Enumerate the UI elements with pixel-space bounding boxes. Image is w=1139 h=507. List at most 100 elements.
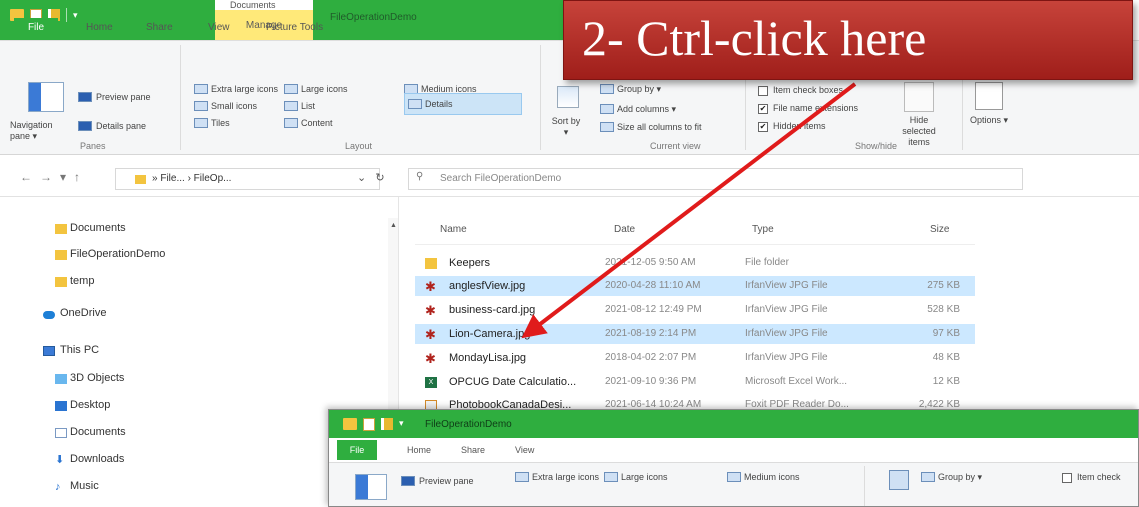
chevron-down-icon[interactable]: ▾ <box>73 10 78 21</box>
item-checkboxes-checkbox[interactable] <box>758 86 768 96</box>
scroll-up-icon[interactable]: ▲ <box>390 222 397 229</box>
preview-pane-button[interactable]: Preview pane <box>96 92 151 102</box>
properties-icon[interactable] <box>363 418 375 431</box>
group-by-button[interactable]: Group by ▾ <box>617 84 661 95</box>
folder-icon[interactable] <box>343 418 357 430</box>
sort-by-button[interactable]: Sort by ▾ <box>551 116 581 138</box>
file-name-extensions-label: File name extensions <box>773 103 859 113</box>
file-type: IrfanView JPG File <box>745 328 828 339</box>
large-icons-option[interactable]: Large icons <box>301 84 348 94</box>
large-icons-icon <box>604 472 618 482</box>
extra-large-icons-option[interactable]: Extra large icons <box>532 472 599 482</box>
sidebar-item-documents-pc[interactable]: Documents <box>70 426 126 438</box>
content-option[interactable]: Content <box>301 118 333 128</box>
sidebar-item-downloads[interactable]: Downloads <box>70 453 124 465</box>
sidebar-item-documents[interactable]: Documents <box>70 222 126 234</box>
details-option[interactable]: Details <box>425 99 453 109</box>
tab-home[interactable]: Home <box>407 445 431 455</box>
preview-pane-button[interactable]: Preview pane <box>419 476 474 486</box>
file-row-mondaylisa[interactable]: ✱ MondayLisa.jpg 2018-04-02 2:07 PM Irfa… <box>415 348 975 368</box>
tab-view[interactable]: View <box>208 18 230 38</box>
sidebar-item-onedrive[interactable]: OneDrive <box>60 307 106 319</box>
tiles-option[interactable]: Tiles <box>211 118 230 128</box>
file-name-extensions-checkbox[interactable]: ✔ <box>758 104 768 114</box>
column-header-name[interactable]: Name <box>440 224 467 235</box>
tab-home[interactable]: Home <box>86 18 113 38</box>
file-row-lion-camera[interactable]: ✱ Lion-Camera.jpg 2021-08-19 2:14 PM Irf… <box>415 324 975 344</box>
forward-icon[interactable]: → <box>40 170 60 184</box>
hidden-items-checkbox[interactable]: ✔ <box>758 122 768 132</box>
panes-group-label: Panes <box>80 141 106 151</box>
address-path[interactable]: » File... › FileOp... <box>152 173 231 184</box>
cube-icon <box>55 374 67 384</box>
group-by-button[interactable]: Group by ▾ <box>938 472 982 483</box>
navigation-pane-button[interactable]: Navigation pane ▾ <box>10 120 70 142</box>
tab-row <box>329 438 1138 462</box>
header-divider <box>415 244 975 245</box>
extra-large-icons-option[interactable]: Extra large icons <box>211 84 278 94</box>
sidebar-item-this-pc[interactable]: This PC <box>60 344 99 356</box>
small-icons-option[interactable]: Small icons <box>211 101 257 111</box>
tab-file[interactable]: File <box>14 18 58 40</box>
sidebar-item-3d-objects[interactable]: 3D Objects <box>70 372 124 384</box>
irfanview-icon: ✱ <box>425 279 436 294</box>
file-type: File folder <box>745 257 789 268</box>
sidebar-item-desktop[interactable]: Desktop <box>70 399 110 411</box>
search-placeholder: Search FileOperationDemo <box>440 173 562 184</box>
second-explorer-window: ▾ FileOperationDemo File Home Share View… <box>328 409 1139 507</box>
sidebar-item-music[interactable]: Music <box>70 480 99 492</box>
column-header-type[interactable]: Type <box>752 224 774 235</box>
navigation-arrows: ←→▾↑ <box>20 170 88 184</box>
sidebar-item-fileoperationdemo[interactable]: FileOperationDemo <box>70 248 165 260</box>
up-icon[interactable]: ↑ <box>74 170 88 184</box>
hide-selected-items-button[interactable]: Hide selected items <box>893 115 945 148</box>
tab-share[interactable]: Share <box>461 445 485 455</box>
file-row-opcug-date-calculator[interactable]: X OPCUG Date Calculatio... 2021-09-10 9:… <box>415 372 975 392</box>
recent-locations-icon[interactable]: ▾ <box>60 170 74 184</box>
column-header-date[interactable]: Date <box>614 224 635 235</box>
folder-icon <box>55 250 67 260</box>
quick-access-icons: ▾ <box>343 418 404 431</box>
irfanview-icon: ✱ <box>425 327 436 342</box>
chevron-down-icon[interactable]: ▾ <box>399 418 404 431</box>
size-all-columns-button[interactable]: Size all columns to fit <box>617 122 702 132</box>
options-button[interactable]: Options ▾ <box>968 115 1010 126</box>
medium-icons-icon <box>727 472 741 482</box>
excel-icon: X <box>425 377 437 388</box>
hide-selected-icon[interactable] <box>904 82 934 112</box>
new-folder-icon[interactable] <box>381 418 393 430</box>
search-icon: ⚲ <box>416 171 424 182</box>
folder-icon <box>135 175 146 184</box>
back-icon[interactable]: ← <box>20 170 40 184</box>
add-columns-button[interactable]: Add columns ▾ <box>617 104 676 115</box>
medium-icons-option[interactable]: Medium icons <box>744 472 800 482</box>
large-icons-icon <box>284 84 298 94</box>
extra-large-icons-icon <box>515 472 529 482</box>
file-row-anglesfview[interactable]: ✱ anglesfView.jpg 2020-04-28 11:10 AM Ir… <box>415 276 975 296</box>
details-pane-button[interactable]: Details pane <box>96 121 146 131</box>
file-date: 2021-08-12 12:49 PM <box>605 304 702 315</box>
item-checkboxes-checkbox[interactable] <box>1062 473 1072 483</box>
sort-icon[interactable] <box>557 86 579 108</box>
navigation-pane-icon[interactable] <box>355 474 387 500</box>
tab-picture-tools[interactable]: Picture Tools <box>266 18 323 38</box>
options-icon[interactable] <box>975 82 1003 110</box>
file-size: 97 KB <box>932 328 960 339</box>
sidebar-item-temp[interactable]: temp <box>70 275 94 287</box>
navigation-pane-icon[interactable] <box>28 82 64 112</box>
folder-icon <box>55 224 67 234</box>
tab-file[interactable]: File <box>337 440 377 460</box>
file-row-business-card[interactable]: ✱ business-card.jpg 2021-08-12 12:49 PM … <box>415 300 975 320</box>
column-header-size[interactable]: Size <box>930 224 949 235</box>
large-icons-option[interactable]: Large icons <box>621 472 668 482</box>
cloud-icon <box>43 311 55 319</box>
desktop-icon <box>55 401 67 411</box>
computer-icon <box>43 346 55 356</box>
refresh-icon[interactable]: ⌄ ↻ <box>357 171 385 184</box>
tab-share[interactable]: Share <box>146 18 173 38</box>
file-name: Keepers <box>449 257 490 269</box>
file-row-keepers[interactable]: Keepers 2021-12-05 9:50 AM File folder <box>415 253 975 273</box>
tab-view[interactable]: View <box>515 445 534 455</box>
sort-icon[interactable] <box>889 470 909 490</box>
list-option[interactable]: List <box>301 101 315 111</box>
